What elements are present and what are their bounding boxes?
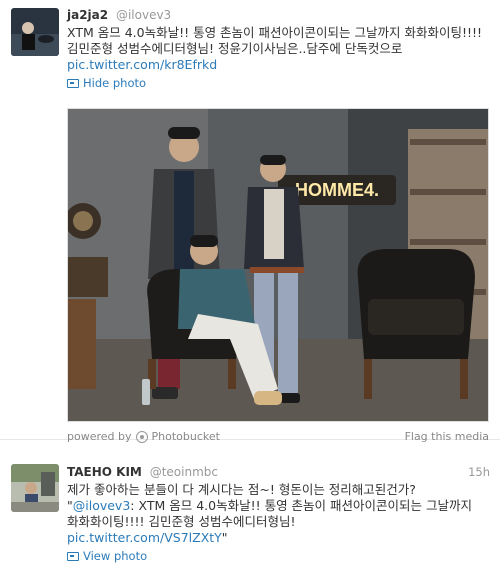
quoted-handle-link[interactable]: @ilovev3 <box>73 498 131 513</box>
provider-name[interactable]: Photobucket <box>152 430 220 444</box>
tweet-header: ja2ja2 @ilovev3 <box>67 7 490 23</box>
powered-by-label: powered by <box>67 430 132 443</box>
tweet-body: TAEHO KIM @teoinmbc 15h 제가 좋아하는 분들이 다 계시… <box>67 464 490 563</box>
tweet-photo[interactable]: HOMME4. <box>67 108 489 422</box>
user-handle[interactable]: @teoinmbc <box>150 465 218 479</box>
photobucket-logo-icon <box>135 431 148 443</box>
tweet-body: ja2ja2 @ilovev3 XTM 옴므 4.0녹화날!! 통영 촌놈이 패… <box>67 7 490 90</box>
view-photo-button[interactable]: View photo <box>67 549 490 563</box>
photo-icon <box>67 551 79 561</box>
user-handle[interactable]: @ilovev3 <box>116 8 171 22</box>
quoted-text: "@ilovev3: XTM 옴므 4.0녹화날!! 통영 촌놈이 패션아이콘이… <box>67 498 490 530</box>
hide-photo-label: Hide photo <box>83 76 147 90</box>
photo-link[interactable]: pic.twitter.com/kr8Efrkd <box>67 57 217 72</box>
powered-by: powered by Photobucket <box>67 430 220 444</box>
view-photo-label: View photo <box>83 549 148 563</box>
flag-media-link[interactable]: Flag this media <box>405 430 489 444</box>
tweet-taeho-kim: TAEHO KIM @teoinmbc 15h 제가 좋아하는 분들이 다 계시… <box>0 452 500 577</box>
photo-image: HOMME4. <box>68 109 488 421</box>
quote-close: " <box>221 530 228 545</box>
homme-sign-text: HOMME4. <box>295 180 379 200</box>
tweet-text: XTM 옴므 4.0녹화날!! 통영 촌놈이 패션아이콘이되는 그날까지 화화화… <box>67 25 490 73</box>
tweet-ja2ja2: ja2ja2 @ilovev3 XTM 옴므 4.0녹화날!! 통영 촌놈이 패… <box>0 0 500 443</box>
timestamp[interactable]: 15h <box>468 464 490 480</box>
avatar[interactable] <box>11 464 59 512</box>
user-name[interactable]: TAEHO KIM <box>67 465 142 479</box>
hide-photo-button[interactable]: Hide photo <box>67 76 490 90</box>
tweet-text-body: XTM 옴므 4.0녹화날!! 통영 촌놈이 패션아이콘이되는 그날까지 화화화… <box>67 25 483 56</box>
tweet-text-body: 제가 좋아하는 분들이 다 계시다는 점~! 형돈이는 정리해고된건가? <box>67 482 416 497</box>
avatar[interactable] <box>11 8 59 56</box>
photo-link[interactable]: pic.twitter.com/VS7lZXtY <box>67 530 222 545</box>
tweet-header: TAEHO KIM @teoinmbc 15h <box>67 464 490 480</box>
tweet-text: 제가 좋아하는 분들이 다 계시다는 점~! 형돈이는 정리해고된건가? "@i… <box>67 482 490 546</box>
photo-icon <box>67 78 79 88</box>
user-name[interactable]: ja2ja2 <box>67 8 108 22</box>
